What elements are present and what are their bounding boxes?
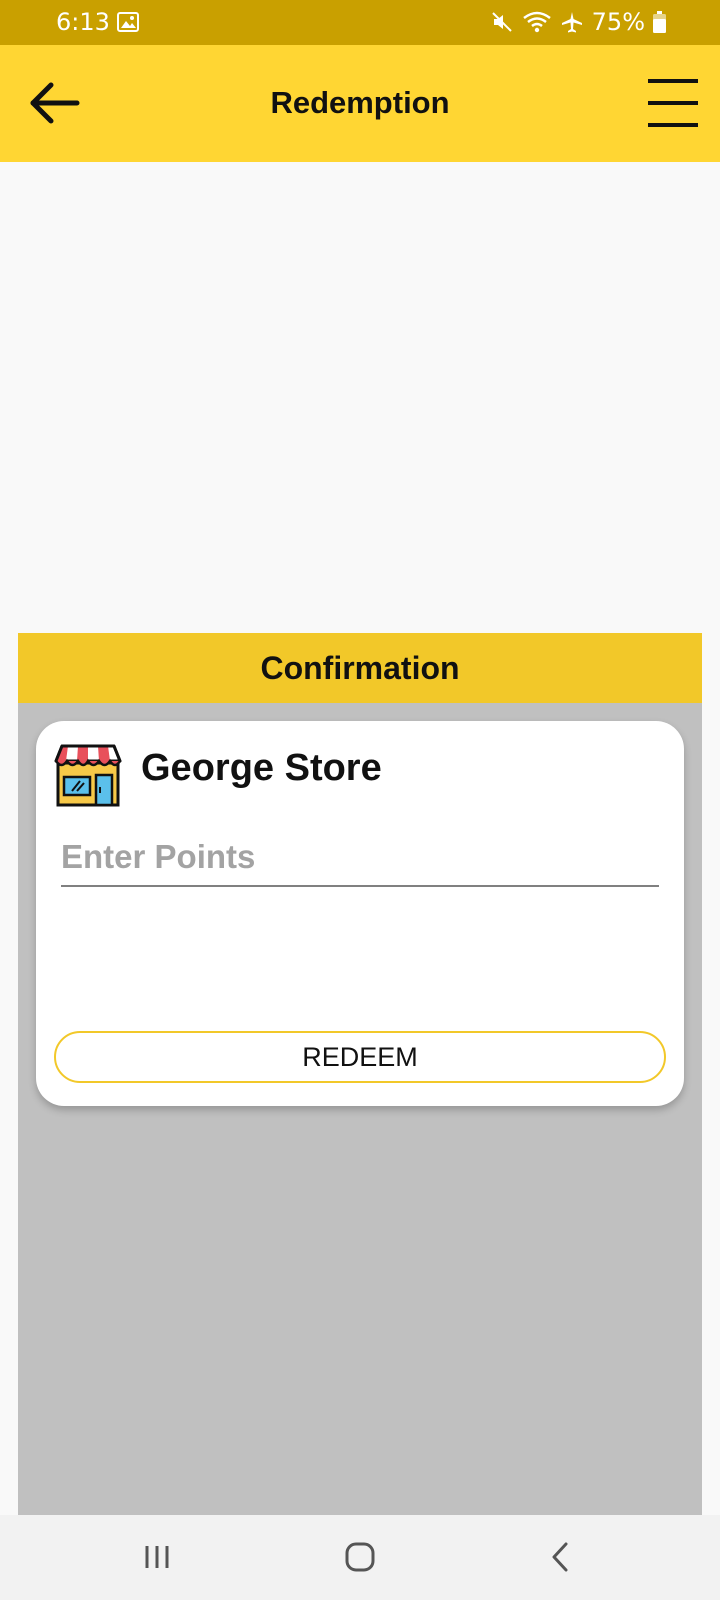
- wifi-icon: [522, 11, 551, 33]
- mute-icon: [491, 12, 512, 32]
- store-name: George Store: [141, 747, 382, 789]
- dialog-title: Confirmation: [260, 649, 460, 686]
- status-icons: 75%: [490, 8, 666, 36]
- hamburger-menu-icon: [648, 79, 698, 127]
- battery-percentage: 75%: [591, 8, 645, 36]
- airplane-icon: [561, 12, 582, 33]
- status-time: 6:13: [56, 8, 110, 36]
- back-icon: [552, 1542, 568, 1572]
- points-input[interactable]: [61, 829, 659, 887]
- app-bar: Redemption: [0, 45, 720, 162]
- redeem-button[interactable]: REDEEM: [54, 1031, 666, 1083]
- home-icon: [345, 1542, 375, 1572]
- confirmation-dialog: Confirmation George Store REDEEM: [18, 633, 702, 1515]
- dialog-header: Confirmation: [18, 633, 702, 703]
- store-card: George Store REDEEM: [36, 721, 684, 1106]
- status-bar: 6:13 75%: [0, 0, 720, 45]
- home-button[interactable]: [330, 1537, 390, 1577]
- page-title: Redemption: [270, 85, 450, 120]
- navigation-bar: [0, 1515, 720, 1600]
- system-back-button[interactable]: [530, 1537, 590, 1577]
- menu-button[interactable]: [638, 73, 708, 133]
- store-icon: [54, 744, 122, 807]
- battery-icon: [653, 11, 666, 33]
- recent-apps-icon: [145, 1546, 169, 1568]
- gallery-icon: [117, 12, 139, 32]
- recent-apps-button[interactable]: [127, 1537, 187, 1577]
